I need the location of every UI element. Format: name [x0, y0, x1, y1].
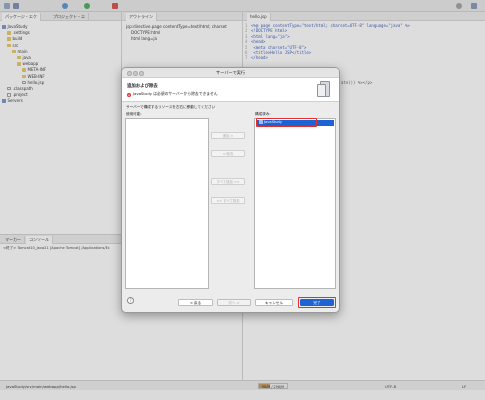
error-icon: × — [127, 92, 131, 97]
server-icon-front — [317, 84, 326, 97]
run-on-server-dialog: サーバーで実行 追加および除去 × JavaStudy は必須のサーバーから除去で… — [121, 67, 340, 313]
finish-highlight-box — [298, 297, 336, 308]
add-button[interactable]: 追加 > — [211, 132, 245, 139]
dialog-titlebar: サーバーで実行 — [122, 68, 339, 78]
minimize-window-icon[interactable] — [133, 71, 138, 76]
remove-button[interactable]: < 除去 — [211, 150, 245, 157]
wizard-header: 追加および除去 × JavaStudy は必須のサーバーから除去できません — [122, 78, 339, 102]
next-button[interactable]: 次へ > — [217, 299, 251, 306]
configured-resources-list[interactable]: JavaStudy — [254, 118, 336, 289]
error-message-row: × JavaStudy は必須のサーバーから除去できません — [127, 91, 218, 97]
help-icon[interactable]: ? — [127, 297, 134, 304]
add-all-button[interactable]: すべて追加 >> — [211, 178, 245, 185]
zoom-window-icon[interactable] — [139, 71, 144, 76]
cancel-button[interactable]: キャンセル — [255, 299, 293, 306]
available-resources-list[interactable] — [125, 118, 209, 289]
error-message: JavaStudy は必須のサーバーから除去できません — [133, 91, 218, 96]
javastudy-highlight-box — [256, 118, 317, 127]
wizard-page-title: 追加および除去 — [127, 84, 158, 89]
back-button[interactable]: < 戻る — [178, 299, 213, 306]
dialog-window-title: サーバーで実行 — [215, 70, 246, 75]
configured-label: 構成済み: — [255, 112, 271, 116]
remove-all-button[interactable]: << すべて除去 — [211, 197, 245, 204]
server-wizard-icon — [317, 81, 333, 98]
available-label: 使用可能: — [126, 112, 142, 116]
instruction-text: サーバーで構成するリソースを左右に移動してください — [126, 105, 216, 109]
close-window-icon[interactable] — [127, 71, 132, 76]
